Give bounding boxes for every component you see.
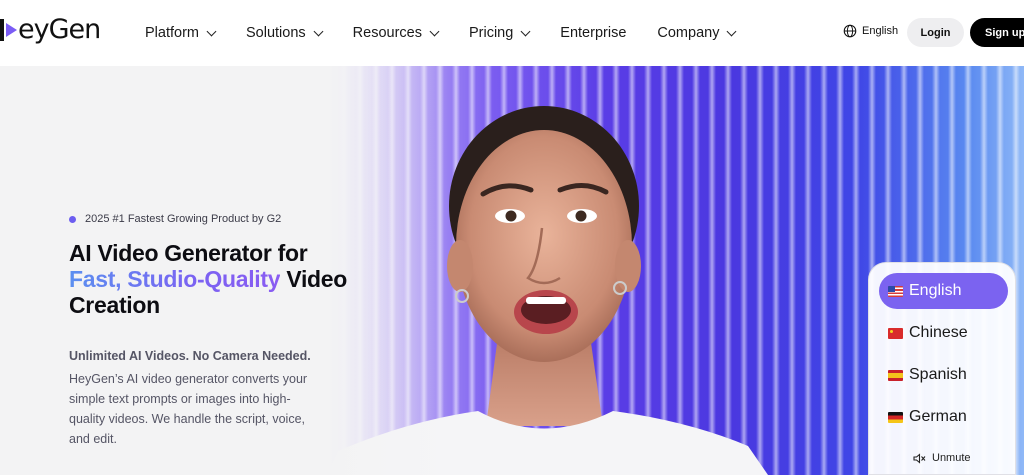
headline-after: Video bbox=[286, 266, 348, 292]
menu-item-solutions[interactable]: Solutions bbox=[246, 25, 324, 41]
language-option-spanish[interactable]: Spanish bbox=[879, 357, 1008, 393]
language-label: English bbox=[862, 25, 899, 37]
heygen-logo[interactable]: eyGen bbox=[0, 14, 101, 45]
menu-item-company[interactable]: Company bbox=[657, 25, 737, 41]
chevron-down-icon bbox=[520, 26, 531, 36]
menu-item-label: Solutions bbox=[246, 25, 306, 41]
menu-item-pricing[interactable]: Pricing bbox=[468, 25, 531, 41]
language-option-label: Spanish bbox=[909, 366, 967, 383]
menu-item-label: Enterprise bbox=[560, 25, 627, 41]
logo-bar bbox=[0, 18, 4, 41]
top-navigation: eyGen Platform Solutions Resources Prici… bbox=[0, 0, 1024, 66]
es-flag-icon bbox=[888, 369, 903, 381]
menu-item-label: Resources bbox=[352, 25, 422, 41]
login-button[interactable]: Login bbox=[907, 18, 964, 47]
chevron-down-icon bbox=[429, 26, 440, 36]
hero-headline: AI Video Generator for Fast, Studio-Qual… bbox=[69, 240, 389, 318]
speaker-muted-icon bbox=[913, 452, 926, 464]
de-flag-icon bbox=[888, 411, 903, 423]
language-option-label: German bbox=[909, 408, 967, 425]
menu-item-label: Pricing bbox=[468, 25, 514, 41]
video-language-panel: English Chinese Spanish German Unmute bbox=[868, 262, 1016, 475]
menu-item-resources[interactable]: Resources bbox=[352, 25, 440, 41]
play-icon bbox=[6, 22, 17, 37]
menu-item-label: Platform bbox=[145, 25, 199, 41]
headline-highlight: Fast, Studio-Quality bbox=[69, 266, 281, 292]
language-option-english[interactable]: English bbox=[879, 273, 1008, 309]
language-option-label: English bbox=[909, 282, 962, 299]
menu-item-label: Company bbox=[657, 25, 720, 41]
cn-flag-icon bbox=[888, 327, 903, 339]
globe-icon bbox=[843, 24, 857, 38]
chevron-down-icon bbox=[727, 26, 737, 36]
g2-badge: 2025 #1 Fastest Growing Product by G2 bbox=[69, 213, 281, 225]
language-option-chinese[interactable]: Chinese bbox=[879, 315, 1008, 351]
logo-text: eyGen bbox=[18, 14, 101, 45]
unmute-button[interactable]: Unmute bbox=[913, 452, 971, 464]
hero-subheading: Unlimited AI Videos. No Camera Needed. bbox=[69, 349, 311, 363]
main-menu: Platform Solutions Resources Pricing Ent… bbox=[145, 0, 766, 66]
us-flag-icon bbox=[888, 285, 903, 297]
language-option-german[interactable]: German bbox=[879, 399, 1008, 435]
dot-icon bbox=[69, 215, 76, 223]
headline-line3: Creation bbox=[69, 292, 160, 318]
headline-line1: AI Video Generator for bbox=[69, 240, 308, 266]
badge-text: 2025 #1 Fastest Growing Product by G2 bbox=[85, 213, 282, 225]
unmute-label: Unmute bbox=[932, 452, 971, 464]
language-option-label: Chinese bbox=[909, 324, 968, 341]
menu-item-enterprise[interactable]: Enterprise bbox=[560, 25, 626, 41]
chevron-down-icon bbox=[313, 26, 324, 36]
chevron-down-icon bbox=[206, 26, 217, 36]
hero-description: HeyGen’s AI video generator converts you… bbox=[69, 372, 308, 446]
signup-button[interactable]: Sign up f bbox=[970, 18, 1024, 47]
menu-item-platform[interactable]: Platform bbox=[145, 25, 217, 41]
language-selector[interactable]: English bbox=[843, 24, 898, 38]
